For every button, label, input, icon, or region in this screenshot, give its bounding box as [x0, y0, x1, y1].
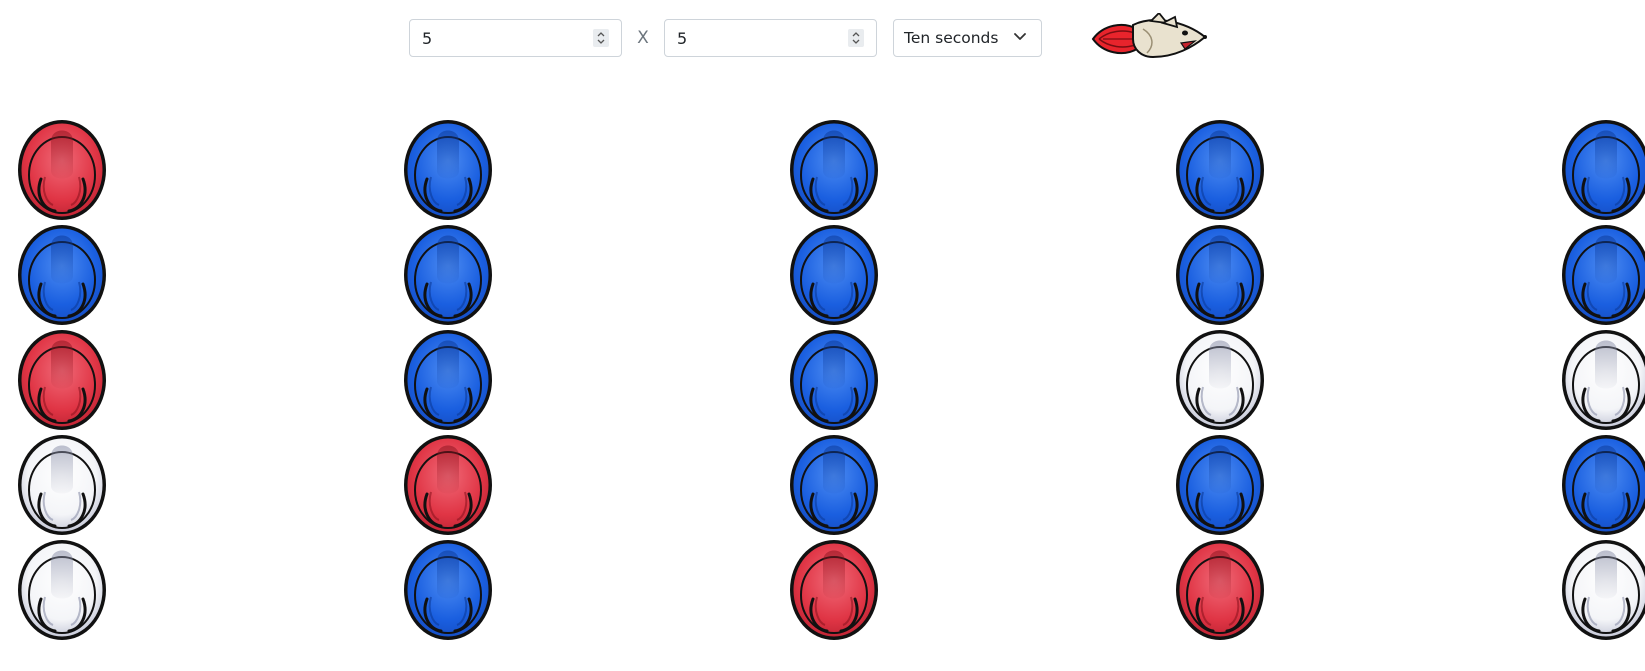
board-cell[interactable] [15, 432, 109, 537]
white-helmet-token-icon [1562, 329, 1645, 430]
game-board [15, 117, 1645, 645]
blue-helmet-token-icon [1562, 119, 1645, 220]
red-helmet-token-icon [790, 539, 878, 640]
speed-select[interactable]: Ten seconds [893, 19, 1042, 57]
board-cell[interactable] [1559, 327, 1645, 432]
blue-helmet-token-icon [1176, 434, 1264, 535]
board-column[interactable] [1173, 117, 1267, 642]
red-helmet-token-icon [1176, 539, 1264, 640]
board-cell[interactable] [1559, 117, 1645, 222]
board-cell[interactable] [787, 537, 881, 642]
board-cell[interactable] [1559, 222, 1645, 327]
rows-value: 5 [422, 28, 433, 48]
board-cell[interactable] [1173, 537, 1267, 642]
board-cell[interactable] [401, 117, 495, 222]
board-cell[interactable] [401, 432, 495, 537]
blue-helmet-token-icon [404, 329, 492, 430]
board-column[interactable] [1559, 117, 1645, 642]
red-helmet-token-icon [404, 434, 492, 535]
white-helmet-token-icon [18, 539, 106, 640]
board-cell[interactable] [1559, 432, 1645, 537]
toolbar: 5 X 5 Ten seconds [409, 13, 1207, 59]
cols-value: 5 [677, 28, 688, 48]
red-helmet-token-icon [18, 329, 106, 430]
rows-input[interactable]: 5 [409, 19, 622, 57]
white-helmet-token-icon [1176, 329, 1264, 430]
board-cell[interactable] [1173, 222, 1267, 327]
board-cell[interactable] [15, 537, 109, 642]
board-cell[interactable] [787, 222, 881, 327]
blue-helmet-token-icon [404, 119, 492, 220]
chevron-down-icon [1014, 33, 1026, 40]
board-cell[interactable] [15, 222, 109, 327]
blue-helmet-token-icon [404, 539, 492, 640]
board-cell[interactable] [1173, 327, 1267, 432]
white-helmet-token-icon [18, 434, 106, 535]
board-cell[interactable] [401, 222, 495, 327]
board-column[interactable] [787, 117, 881, 642]
blue-helmet-token-icon [1562, 434, 1645, 535]
cols-spin-arrows-icon[interactable] [848, 29, 864, 47]
blue-helmet-token-icon [790, 434, 878, 535]
board-cell[interactable] [787, 432, 881, 537]
blue-helmet-token-icon [790, 224, 878, 325]
rows-spin-arrows-icon[interactable] [593, 29, 609, 47]
board-cell[interactable] [1559, 537, 1645, 642]
dimension-separator: X [637, 28, 649, 48]
blue-helmet-token-icon [790, 329, 878, 430]
board-cell[interactable] [1173, 117, 1267, 222]
blue-helmet-token-icon [1176, 119, 1264, 220]
blue-helmet-token-icon [404, 224, 492, 325]
white-helmet-token-icon [1562, 539, 1645, 640]
board-cell[interactable] [1173, 432, 1267, 537]
board-cell[interactable] [401, 327, 495, 432]
board-cell[interactable] [787, 327, 881, 432]
blue-helmet-token-icon [790, 119, 878, 220]
blue-helmet-token-icon [1176, 224, 1264, 325]
board-cell[interactable] [401, 537, 495, 642]
blue-helmet-token-icon [18, 224, 106, 325]
board-cell[interactable] [15, 117, 109, 222]
cols-input[interactable]: 5 [664, 19, 877, 57]
board-cell[interactable] [787, 117, 881, 222]
rocket-mouse-icon[interactable] [1089, 13, 1207, 65]
blue-helmet-token-icon [1562, 224, 1645, 325]
board-column[interactable] [401, 117, 495, 642]
board-column[interactable] [15, 117, 109, 642]
red-helmet-token-icon [18, 119, 106, 220]
speed-selected-value: Ten seconds [904, 29, 999, 47]
board-cell[interactable] [15, 327, 109, 432]
